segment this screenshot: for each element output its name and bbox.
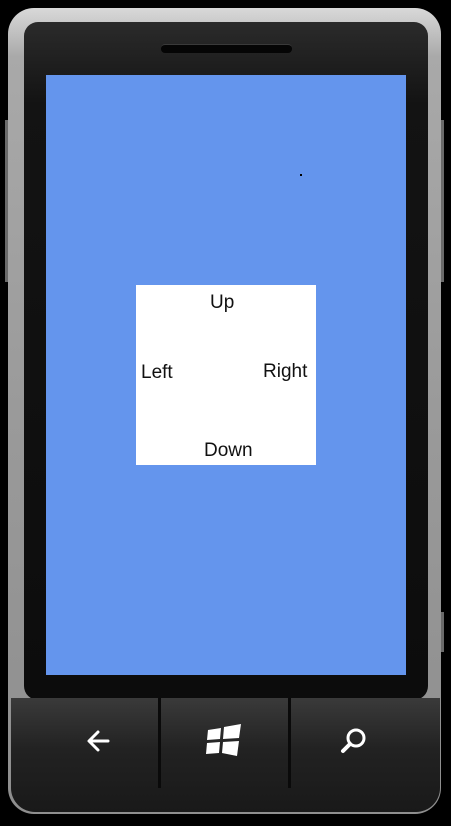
camera-button (441, 612, 444, 652)
windows-logo-icon (204, 723, 244, 764)
stray-pixel (300, 174, 302, 176)
earpiece-speaker (161, 44, 292, 53)
search-icon (339, 726, 369, 761)
left-button[interactable]: Left (141, 362, 173, 384)
volume-button (5, 120, 8, 282)
app-screen: Up Left Right Down (46, 75, 406, 675)
direction-pad: Up Left Right Down (136, 285, 316, 465)
back-button[interactable] (48, 698, 148, 788)
start-button[interactable] (174, 698, 274, 788)
down-button[interactable]: Down (204, 440, 253, 462)
right-button[interactable]: Right (263, 361, 307, 383)
nav-divider (158, 698, 161, 788)
power-button (441, 120, 444, 282)
hardware-nav-bar (11, 698, 440, 812)
arrow-left-icon (84, 727, 112, 760)
nav-divider (288, 698, 291, 788)
up-button[interactable]: Up (210, 292, 234, 314)
search-button[interactable] (304, 698, 404, 788)
